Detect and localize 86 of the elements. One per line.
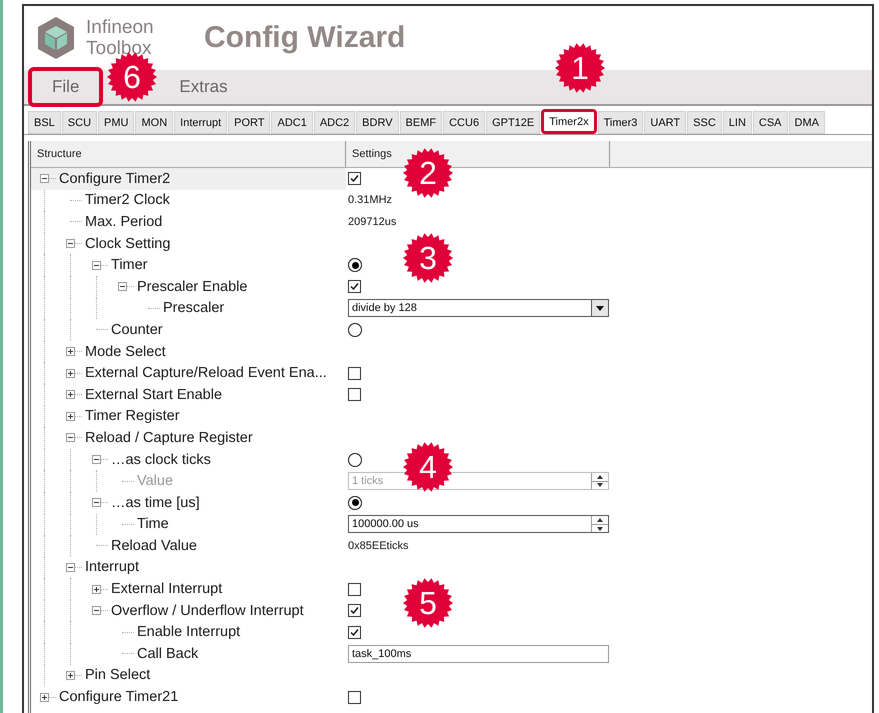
collapse-icon[interactable]: [66, 562, 75, 572]
caret-icon: [596, 306, 604, 311]
tab[interactable]: ADC1: [271, 111, 313, 134]
expand-icon[interactable]: [66, 368, 75, 378]
tree-label[interactable]: Clock Setting: [85, 236, 170, 252]
tree-label[interactable]: Timer: [111, 257, 148, 274]
tab[interactable]: Timer3: [598, 111, 644, 134]
tab[interactable]: BEMF: [400, 111, 442, 134]
column-header[interactable]: Structure: [31, 141, 346, 167]
collapse-icon[interactable]: [40, 174, 49, 184]
tree-label[interactable]: Pin Select: [85, 667, 150, 684]
expand-icon[interactable]: [66, 412, 75, 421]
expand-icon[interactable]: [66, 347, 75, 356]
radio-button[interactable]: [348, 258, 362, 272]
cube-logo-icon: [36, 16, 76, 60]
tab[interactable]: Interrupt: [174, 111, 228, 134]
checkbox[interactable]: [348, 366, 361, 380]
tree-label[interactable]: Mode Select: [85, 344, 166, 360]
tree-label[interactable]: Enable Interrupt: [137, 624, 240, 640]
tree-label[interactable]: External Capture/Reload Event Ena...: [85, 365, 327, 382]
down-arrow-icon: [597, 526, 603, 531]
collapse-icon[interactable]: [66, 239, 75, 248]
tree-label[interactable]: Interrupt: [85, 559, 139, 576]
app-title: Config Wizard: [204, 21, 406, 55]
tab[interactable]: LIN: [722, 111, 752, 134]
input-field[interactable]: task_100ms: [348, 644, 609, 663]
tab[interactable]: DMA: [788, 111, 825, 134]
up-arrow-icon: [597, 474, 603, 479]
tab[interactable]: SCU: [62, 111, 98, 134]
collapse-icon[interactable]: [92, 260, 101, 270]
tab[interactable]: BSL: [28, 111, 61, 134]
tab[interactable]: CCU6: [443, 111, 486, 134]
tab[interactable]: PORT: [228, 111, 270, 134]
up-arrow-icon: [597, 518, 603, 522]
tab[interactable]: SSC: [687, 111, 722, 134]
checkbox[interactable]: [348, 280, 361, 294]
radio-button[interactable]: [348, 496, 362, 510]
tree-label[interactable]: Prescaler: [163, 300, 224, 316]
tree-label[interactable]: External Start Enable: [85, 386, 222, 403]
setting-value: 0.31MHz: [348, 194, 392, 206]
tab[interactable]: GPT12E: [486, 111, 540, 134]
checkbox[interactable]: [348, 388, 361, 402]
menu-item[interactable]: File: [28, 67, 104, 107]
collapse-icon[interactable]: [118, 282, 127, 292]
expand-icon[interactable]: [66, 670, 75, 680]
tab[interactable]: ADC2: [314, 111, 356, 134]
tree-label[interactable]: Max. Period: [85, 214, 162, 230]
tree-label[interactable]: Time: [137, 516, 169, 532]
checkbox[interactable]: [348, 604, 361, 618]
tree-label[interactable]: Call Back: [137, 646, 198, 662]
expand-icon[interactable]: [40, 692, 49, 702]
tree-label[interactable]: Reload Value: [111, 538, 197, 554]
tab[interactable]: CSA: [752, 111, 788, 134]
tree-label[interactable]: …as clock ticks: [111, 452, 211, 468]
collapse-icon[interactable]: [92, 498, 101, 508]
collapse-icon[interactable]: [66, 433, 75, 442]
expand-icon[interactable]: [66, 390, 75, 400]
collapse-icon[interactable]: [92, 606, 101, 616]
tree-label[interactable]: External Interrupt: [111, 581, 222, 598]
tab[interactable]: MON: [135, 111, 174, 134]
tab[interactable]: BDRV: [356, 111, 399, 134]
expand-icon[interactable]: [92, 584, 101, 594]
collapse-icon[interactable]: [92, 455, 101, 464]
checkbox[interactable]: [348, 172, 361, 186]
setting-value: 0x85EEticks: [348, 540, 409, 552]
radio-button[interactable]: [348, 322, 362, 337]
spin-field[interactable]: 100000.00 us: [348, 515, 609, 534]
tab[interactable]: Timer2x: [541, 109, 597, 134]
tree-label[interactable]: Timer Register: [85, 408, 180, 424]
tree-label[interactable]: Reload / Capture Register: [85, 430, 253, 446]
radio-button[interactable]: [348, 452, 362, 467]
tree-label[interactable]: Timer2 Clock: [85, 192, 170, 208]
tree-label[interactable]: Prescaler Enable: [137, 278, 248, 295]
menu-item[interactable]: Extras: [155, 67, 252, 107]
setting-value: 209712us: [348, 216, 396, 228]
tab[interactable]: UART: [644, 111, 686, 134]
tree-label[interactable]: Overflow / Underflow Interrupt: [111, 602, 304, 619]
tree-label[interactable]: Configure Timer21: [59, 689, 178, 706]
tree-label[interactable]: …as time [us]: [111, 494, 200, 511]
dropdown-field[interactable]: divide by 128: [348, 299, 609, 318]
checkbox[interactable]: [348, 626, 361, 639]
tree-label[interactable]: Counter: [111, 322, 163, 338]
tab[interactable]: PMU: [98, 111, 134, 134]
down-arrow-icon: [597, 483, 603, 488]
checkbox[interactable]: [348, 690, 361, 704]
checkbox[interactable]: [348, 582, 361, 596]
